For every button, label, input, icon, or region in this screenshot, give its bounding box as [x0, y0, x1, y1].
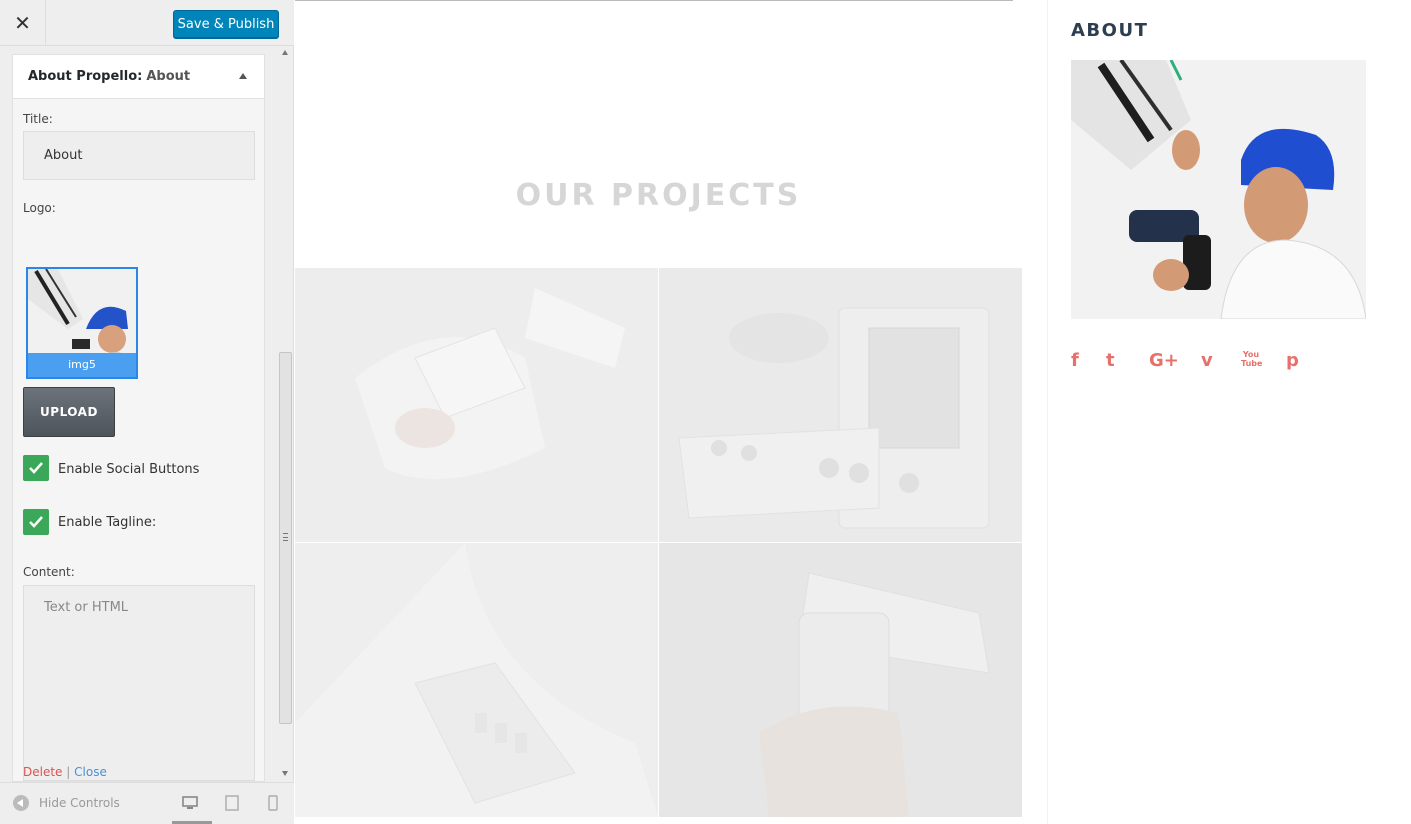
checkmark-icon	[29, 516, 43, 528]
collapse-arrow-icon[interactable]	[239, 73, 247, 79]
hide-controls-label: Hide Controls	[39, 796, 120, 810]
project-tile[interactable]	[295, 543, 658, 817]
widget-title-suffix: About	[146, 69, 191, 84]
sidebar-divider	[1047, 0, 1048, 824]
project-tile[interactable]	[659, 268, 1022, 542]
tagline-checkbox[interactable]	[23, 509, 49, 535]
google-plus-icon[interactable]: G+	[1149, 350, 1179, 371]
widget-header[interactable]: About Propello: About	[13, 55, 264, 99]
social-checkbox-label: Enable Social Buttons	[58, 462, 200, 477]
scroll-up-icon[interactable]	[282, 50, 288, 55]
widget-body: Title: About Logo: img5 UPLOAD Enable So…	[13, 99, 264, 781]
twitter-icon[interactable]: t	[1106, 350, 1115, 371]
title-label: Title:	[23, 112, 53, 126]
hide-controls-button[interactable]: Hide Controls	[13, 795, 120, 811]
youtube-icon[interactable]: You Tube	[1241, 350, 1262, 368]
sidebar-scrollbar[interactable]	[278, 46, 293, 782]
preview-top-divider	[295, 0, 1013, 1]
checkmark-icon	[29, 462, 43, 474]
logo-thumbnail[interactable]: img5	[26, 267, 138, 379]
projects-grid	[295, 268, 1022, 824]
customizer-footer: Hide Controls	[0, 782, 294, 824]
project-tile[interactable]	[295, 268, 658, 542]
customizer-header: ✕ Save & Publish	[0, 0, 294, 46]
scroll-down-icon[interactable]	[282, 771, 288, 776]
projects-heading: OUR PROJECTS	[515, 178, 802, 213]
delete-link[interactable]: Delete	[23, 765, 62, 779]
scroll-thumb[interactable]	[279, 352, 292, 724]
content-textarea[interactable]: Text or HTML	[23, 585, 255, 781]
widget-actions: Delete | Close	[23, 765, 107, 779]
close-icon[interactable]: ✕	[0, 0, 46, 46]
title-input[interactable]: About	[23, 131, 255, 180]
about-widget-panel: About Propello: About Title: About Logo:	[12, 54, 265, 782]
about-image	[1071, 60, 1366, 319]
collapse-icon	[13, 795, 29, 811]
content-label: Content:	[23, 565, 75, 579]
desktop-preview-icon[interactable]	[182, 795, 198, 811]
pinterest-icon[interactable]: p	[1286, 350, 1299, 371]
save-publish-button[interactable]: Save & Publish	[173, 10, 279, 38]
site-preview: OUR PROJECTS ABOUT f t G+ v You Tube p	[295, 0, 1411, 824]
customizer-sidebar: ✕ Save & Publish About Propello: About T…	[0, 0, 294, 824]
upload-button[interactable]: UPLOAD	[23, 387, 115, 437]
facebook-icon[interactable]: f	[1071, 350, 1079, 371]
about-heading: ABOUT	[1071, 20, 1149, 41]
mobile-preview-icon[interactable]	[265, 795, 281, 811]
logo-caption: img5	[28, 353, 136, 377]
action-separator: |	[66, 765, 71, 779]
close-link[interactable]: Close	[74, 765, 107, 779]
widget-title-prefix: About Propello:	[28, 69, 143, 84]
tagline-checkbox-label: Enable Tagline:	[58, 515, 157, 530]
project-tile[interactable]	[659, 543, 1022, 817]
tablet-preview-icon[interactable]	[224, 795, 240, 811]
logo-label: Logo:	[23, 201, 56, 215]
vimeo-icon[interactable]: v	[1201, 350, 1213, 371]
social-checkbox[interactable]	[23, 455, 49, 481]
